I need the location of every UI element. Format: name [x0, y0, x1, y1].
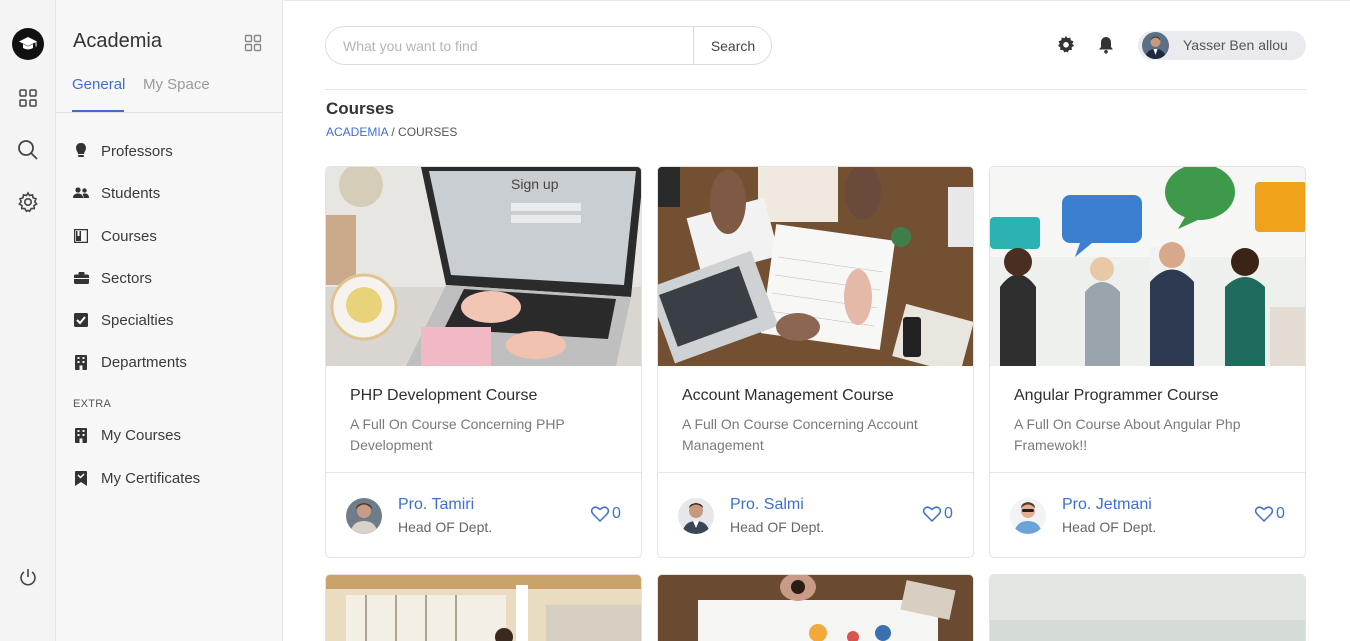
course-title[interactable]: PHP Development Course [350, 387, 537, 405]
sidebar-item-label: Specialties [101, 311, 174, 329]
course-image-desk-calendar [658, 167, 973, 366]
certificate-icon [73, 470, 89, 486]
sidebar-item-my-courses[interactable]: My Courses [73, 423, 268, 447]
departments-icon [73, 354, 89, 370]
course-card[interactable] [325, 574, 642, 641]
sidebar-item-courses[interactable]: Courses [73, 224, 268, 248]
professor-name[interactable]: Pro. Tamiri [398, 496, 474, 514]
like-button[interactable]: 0 [1255, 505, 1285, 523]
like-count: 0 [612, 505, 621, 522]
course-image-laptop-signup: Sign up [326, 167, 641, 366]
sidebar-item-label: My Certificates [101, 469, 201, 487]
courses-icon [73, 228, 89, 244]
sidebar-item-label: My Courses [101, 426, 182, 444]
header-divider [325, 89, 1306, 90]
course-description: A Full On Course Concerning Account Mana… [682, 416, 918, 453]
heart-icon [923, 506, 941, 522]
settings-gear-icon[interactable] [1055, 34, 1077, 56]
course-title[interactable]: Angular Programmer Course [1014, 387, 1219, 405]
user-menu[interactable]: Yasser Ben allou [1138, 31, 1306, 60]
course-description: A Full On Course Concerning PHP Developm… [350, 416, 565, 453]
tab-my-space[interactable]: My Space [143, 76, 210, 93]
sidebar-item-departments[interactable]: Departments [73, 350, 268, 374]
page-title: Courses [326, 99, 395, 118]
apps-grid-icon[interactable] [244, 34, 264, 54]
sidebar-tabs: General My Space [56, 72, 283, 113]
tab-general[interactable]: General [72, 76, 125, 93]
gear-icon[interactable] [16, 190, 40, 214]
like-count: 0 [944, 505, 953, 522]
course-image-team-speech-bubbles [990, 167, 1305, 366]
svg-text:Sign up: Sign up [511, 176, 559, 192]
course-card[interactable]: Account Management Course A Full On Cour… [657, 166, 974, 558]
active-tab-indicator [72, 110, 124, 112]
professor-role: Head OF Dept. [730, 519, 825, 535]
professor-name[interactable]: Pro. Salmi [730, 496, 804, 514]
like-button[interactable]: 0 [591, 505, 621, 523]
professor-avatar [346, 498, 382, 534]
search-bar: Search [325, 26, 772, 65]
sidebar-item-my-certificates[interactable]: My Certificates [73, 466, 268, 490]
card-divider [658, 472, 973, 473]
sidebar-item-label: Professors [101, 142, 173, 160]
professor-avatar [678, 498, 714, 534]
dashboard-grid-icon[interactable] [16, 86, 40, 110]
sidebar-item-label: Sectors [101, 269, 152, 287]
heart-icon [1255, 506, 1273, 522]
sidebar-item-sectors[interactable]: Sectors [73, 266, 268, 290]
my-courses-icon [73, 427, 89, 443]
like-count: 0 [1276, 505, 1285, 522]
card-divider [326, 472, 641, 473]
sidebar-item-label: Students [101, 184, 161, 202]
specialties-icon [73, 312, 89, 328]
breadcrumb-current: COURSES [398, 125, 458, 139]
professor-role: Head OF Dept. [1062, 519, 1157, 535]
brand-title: Academia [73, 30, 162, 52]
course-title[interactable]: Account Management Course [682, 387, 894, 405]
search-button[interactable]: Search [693, 27, 772, 64]
professor-avatar [1010, 498, 1046, 534]
user-avatar [1142, 32, 1169, 59]
professor-role: Head OF Dept. [398, 519, 493, 535]
like-button[interactable]: 0 [923, 505, 953, 523]
course-card[interactable]: Angular Programmer Course A Full On Cour… [989, 166, 1306, 558]
sidebar-item-label: Courses [101, 227, 157, 245]
breadcrumb: ACADEMIA / COURSES [326, 125, 457, 139]
breadcrumb-separator: / [388, 125, 399, 139]
search-input[interactable] [326, 27, 693, 64]
heart-icon [591, 506, 609, 522]
user-name: Yasser Ben allou [1183, 37, 1288, 53]
notification-bell-icon[interactable] [1095, 34, 1117, 56]
sidebar: Academia General My Space Professors Stu… [56, 0, 283, 641]
graduation-cap-logo-icon[interactable] [12, 28, 44, 60]
course-card[interactable] [989, 574, 1306, 641]
course-image-plants [990, 575, 1305, 641]
course-image-desk-papers [658, 575, 973, 641]
power-icon[interactable] [16, 565, 40, 589]
sidebar-item-professors[interactable]: Professors [73, 139, 268, 163]
course-card[interactable] [657, 574, 974, 641]
extra-section-heading: EXTRA [73, 398, 112, 410]
course-description: A Full On Course About Angular Php Frame… [1014, 416, 1241, 453]
icon-rail [0, 0, 56, 641]
professor-name[interactable]: Pro. Jetmani [1062, 496, 1152, 514]
sidebar-item-specialties[interactable]: Specialties [73, 308, 268, 332]
course-card[interactable]: Sign up PHP Development Course A Full On… [325, 166, 642, 558]
students-icon [73, 185, 89, 201]
card-divider [990, 472, 1305, 473]
main-content: Search Yasser Ben allou Courses ACADEMIA… [284, 0, 1350, 641]
breadcrumb-root-link[interactable]: ACADEMIA [326, 125, 388, 139]
course-image-office-interior [326, 575, 641, 641]
professor-icon [73, 143, 89, 159]
sectors-icon [73, 270, 89, 286]
search-icon[interactable] [16, 138, 40, 162]
sidebar-item-students[interactable]: Students [73, 181, 268, 205]
sidebar-item-label: Departments [101, 353, 187, 371]
